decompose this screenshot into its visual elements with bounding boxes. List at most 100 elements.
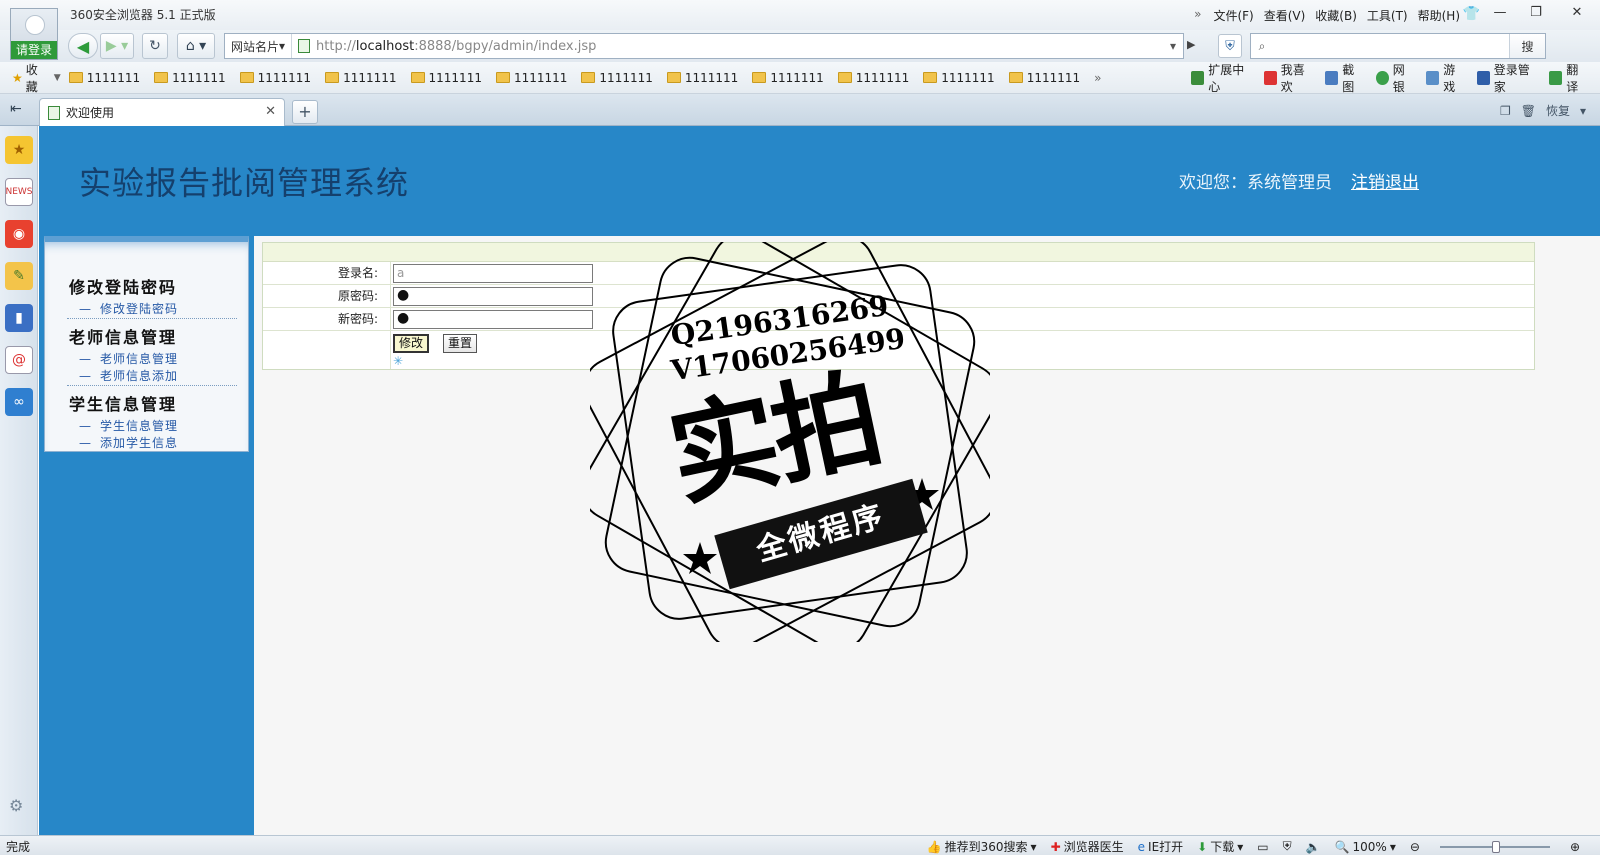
close-tab-icon[interactable]: ✕ [265, 104, 276, 119]
search-button[interactable]: 搜 [1509, 34, 1545, 58]
zoom-in-icon[interactable]: ⊕ [1570, 840, 1580, 854]
extension-center[interactable]: 扩展中心 [1191, 61, 1252, 95]
ie-open[interactable]: e IE打开 [1138, 838, 1184, 855]
new-password-input[interactable]: ● [393, 309, 593, 329]
browser-doctor[interactable]: ✚ 浏览器医生 [1051, 838, 1124, 855]
menu-view[interactable]: 查看(V) [1264, 7, 1306, 24]
zoom-label: 100% [1352, 839, 1387, 854]
login-button[interactable]: 请登录 [11, 41, 57, 59]
zoom-slider-knob[interactable] [1491, 840, 1500, 853]
zoom-level[interactable]: 🔍 100% ▾ [1335, 840, 1396, 854]
news-icon[interactable]: NEWS [5, 178, 33, 206]
favorite-folder[interactable]: 1111111 [410, 71, 482, 85]
weibo-icon[interactable]: ◉ [5, 220, 33, 248]
minimize-icon[interactable]: — [1482, 0, 1518, 24]
extension-translate[interactable]: 翻译 [1549, 61, 1588, 95]
zoom-out-icon[interactable]: ⊖ [1410, 840, 1420, 854]
menu-item-teacher-add[interactable]: — 老师信息添加 [79, 367, 178, 384]
window-list-icon[interactable]: ❐ [1500, 104, 1511, 118]
site-card-dropdown[interactable]: 网站名片 ▾ [225, 34, 293, 58]
refresh-button[interactable]: ↻ [142, 33, 168, 59]
url-text[interactable]: http://localhost:8888/bgpy/admin/index.j… [316, 39, 596, 54]
more-favorites-icon[interactable]: » [1094, 71, 1101, 85]
favorite-folder[interactable]: 1111111 [666, 71, 738, 85]
zoom-slider[interactable] [1439, 840, 1550, 853]
favorite-folder[interactable]: 1111111 [239, 71, 311, 85]
menu-item-student-add[interactable]: — 添加学生信息 [79, 434, 178, 451]
tab-welcome[interactable]: 欢迎使用 ✕ [39, 98, 285, 126]
menu-item-change-password[interactable]: — 修改登陆密码 [79, 300, 178, 317]
new-tab-button[interactable]: + [292, 100, 318, 124]
extension-like[interactable]: 我喜欢 [1263, 61, 1314, 95]
restore-closed-button[interactable]: 恢复 [1546, 102, 1570, 119]
tab-label: 欢迎使用 [66, 106, 115, 120]
favorite-folder[interactable]: 1111111 [495, 71, 567, 85]
address-bar[interactable]: 网站名片 ▾ http://localhost:8888/bgpy/admin/i… [224, 33, 1184, 59]
forward-button[interactable]: ▶ ▾ [100, 33, 134, 59]
favorite-folder[interactable]: 1111111 [752, 71, 824, 85]
favorites-star-icon[interactable]: ★ [5, 136, 33, 164]
shield-status-icon[interactable]: ⛨ [1283, 839, 1292, 854]
loading-spinner-icon: ✳ [393, 354, 404, 368]
download[interactable]: ⬇ 下载 ▾ [1197, 838, 1243, 855]
search-input[interactable] [1273, 39, 1509, 53]
logout-link[interactable]: 注销退出 [1351, 168, 1419, 193]
submit-button[interactable]: 修改 [393, 334, 430, 353]
volume-icon[interactable]: 🔈 [1306, 840, 1321, 854]
security-shield-icon[interactable]: ⛨ [1218, 34, 1242, 58]
menu-help[interactable]: 帮助(H) [1418, 7, 1460, 24]
extension-bank[interactable]: 网银 [1375, 61, 1415, 95]
notes-icon[interactable]: ✎ [5, 262, 33, 290]
extension-label: 截图 [1342, 62, 1355, 94]
email-icon[interactable]: @ [5, 346, 33, 374]
gear-icon[interactable]: ⚙ [9, 796, 23, 815]
close-window-icon[interactable]: ✕ [1554, 0, 1600, 24]
status-tools: 👍 推荐到360搜索 ▾ ✚ 浏览器医生 e IE打开 ⬇ 下载 ▾ ▭ ⛨ 🔈 🔍 10… [927, 838, 1580, 855]
favorite-folder[interactable]: 1111111 [154, 71, 226, 85]
favorite-folder[interactable]: 1111111 [68, 71, 140, 85]
menu-item-student-manage[interactable]: — 学生信息管理 [79, 417, 178, 434]
cloud-icon[interactable]: ∞ [5, 388, 33, 416]
go-icon[interactable]: ▶ [1187, 38, 1195, 51]
old-password-input[interactable]: ● [393, 286, 593, 306]
favorite-folder[interactable]: 1111111 [923, 71, 995, 85]
menu-overflow-icon[interactable]: » [1194, 7, 1201, 24]
home-button[interactable]: ⌂ ▾ [177, 33, 215, 59]
menu-bar: » 文件(F) 查看(V) 收藏(B) 工具(T) 帮助(H) [1194, 7, 1460, 24]
window-icon[interactable]: ▭ [1257, 840, 1268, 854]
extension-login-manager[interactable]: 登录管家 [1476, 61, 1538, 95]
recommend-360-search[interactable]: 👍 推荐到360搜索 ▾ [927, 838, 1037, 855]
reset-button[interactable]: 重置 [443, 334, 478, 353]
address-dropdown-icon[interactable]: ▾ [1163, 39, 1183, 53]
phone-icon[interactable]: ▮ [5, 304, 33, 332]
dash-icon: — [79, 352, 92, 366]
sidebar-toggle-icon[interactable]: ⇤ [10, 101, 22, 117]
extension-screenshot[interactable]: 截图 [1325, 61, 1364, 95]
restore-window-icon[interactable]: ❐ [1518, 0, 1554, 24]
favorite-folder[interactable]: 1111111 [581, 71, 653, 85]
bank-icon [1375, 70, 1389, 85]
menu-tools[interactable]: 工具(T) [1367, 7, 1408, 24]
extension-label: 登录管家 [1493, 62, 1530, 94]
favorites-dropdown-icon[interactable]: ▼ [54, 73, 61, 83]
restore-dropdown-icon[interactable]: ▾ [1580, 104, 1586, 118]
menu-item-teacher-manage[interactable]: — 老师信息管理 [79, 350, 178, 367]
extension-games[interactable]: 游戏 [1426, 61, 1465, 95]
folder-icon [239, 72, 254, 83]
trash-icon[interactable]: 🗑 [1521, 104, 1536, 118]
favorite-folder[interactable]: 1111111 [837, 71, 909, 85]
tab-bar: ⇤ 欢迎使用 ✕ + ❐ 🗑 恢复 ▾ [0, 94, 1600, 126]
favorite-folder[interactable]: 1111111 [325, 71, 397, 85]
menu-file[interactable]: 文件(F) [1213, 7, 1253, 24]
user-avatar[interactable]: 请登录 [10, 8, 58, 60]
search-icon[interactable]: ⌕ [1251, 39, 1273, 54]
favorite-folder[interactable]: 1111111 [1008, 71, 1080, 85]
menu-divider [67, 318, 237, 319]
favorites-button[interactable]: 收藏 [26, 61, 48, 95]
menu-favorites[interactable]: 收藏(B) [1315, 7, 1357, 24]
back-button[interactable]: ◀ [68, 33, 98, 59]
login-name-input[interactable]: a [393, 263, 593, 283]
skin-icon[interactable]: 👕 [1463, 6, 1480, 22]
tab-tools: ❐ 🗑 恢复 ▾ [1500, 102, 1586, 119]
page-title: 实验报告批阅管理系统 [79, 164, 410, 202]
